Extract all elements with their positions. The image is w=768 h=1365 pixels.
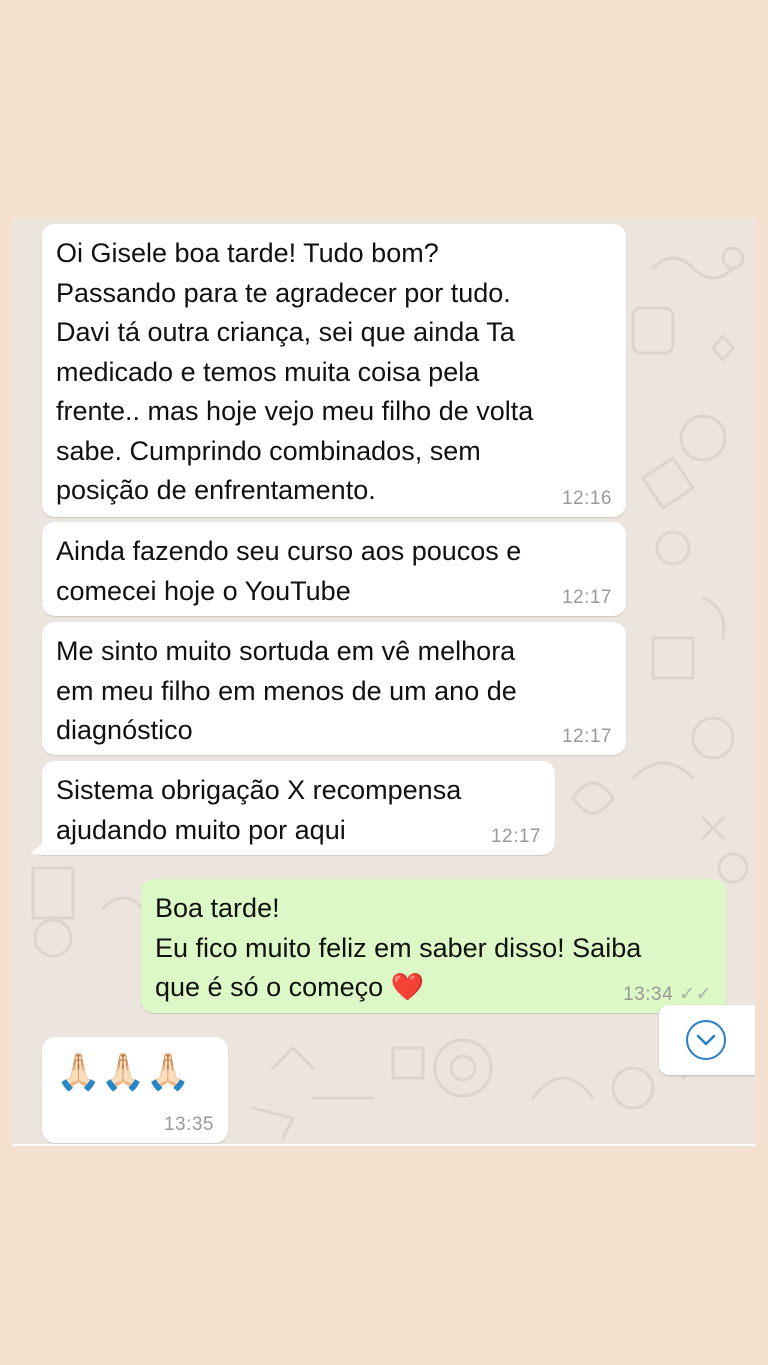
divider: [13, 1144, 755, 1146]
chevron-down-circle-icon: [686, 1020, 726, 1060]
heart-emoji: ❤️: [390, 972, 425, 1002]
praying-hands-emoji: 🙏🏻🙏🏻🙏🏻: [56, 1051, 191, 1092]
chevron-down-icon: [696, 1034, 716, 1046]
message-timestamp: 13:34: [623, 984, 674, 1005]
message-text-line: sabe. Cumprindo combinados, sem: [56, 435, 481, 466]
message-text-line: Eu fico muito feliz em saber disso! Saib…: [155, 932, 642, 963]
message-text-line: ajudando muito por aqui: [56, 814, 346, 845]
message-text-line: Ainda fazendo seu curso aos poucos e: [56, 536, 522, 566]
message-bubble-outgoing[interactable]: Boa tarde! Eu fico muito feliz em saber …: [141, 879, 726, 1013]
message-bubble[interactable]: Me sinto muito sortuda em vê melhora em …: [42, 622, 626, 755]
message-timestamp-row: 13:34 ✓✓: [623, 985, 712, 1005]
message-bubble[interactable]: Sistema obrigação X recompensa ajudando …: [42, 761, 555, 855]
message-text-line: em meu filho em menos de um ano de: [56, 675, 517, 706]
message-text-line: comecei hoje o YouTube: [56, 575, 351, 606]
message-text-line: Passando para te agradecer por tudo.: [56, 277, 511, 308]
message-text-line: Davi tá outra criança, sei que ainda Ta: [56, 317, 515, 347]
message-text-line: posição de enfrentamento.: [56, 475, 376, 505]
message-bubble[interactable]: Oi Gisele boa tarde! Tudo bom? Passando …: [42, 224, 626, 517]
message-text: que é só o começo: [155, 972, 384, 1002]
message-timestamp: 12:17: [490, 826, 541, 847]
message-text-line: frente.. mas hoje vejo meu filho de volt…: [56, 396, 534, 426]
message-text-line: Oi Gisele boa tarde! Tudo bom?: [56, 238, 439, 268]
message-bubble[interactable]: Ainda fazendo seu curso aos poucos e com…: [42, 522, 626, 616]
scroll-to-bottom-button[interactable]: [659, 1005, 755, 1075]
chat-area[interactable]: Oi Gisele boa tarde! Tudo bom? Passando …: [13, 218, 755, 1146]
double-check-icon: ✓✓: [679, 984, 712, 1005]
message-timestamp: 12:17: [561, 726, 612, 747]
message-text-line: Me sinto muito sortuda em vê melhora: [56, 636, 516, 666]
message-timestamp: 13:35: [163, 1114, 214, 1135]
message-text-line: medicado e temos muita coisa pela: [56, 356, 480, 387]
message-text-line: Boa tarde!: [155, 893, 280, 923]
message-bubble[interactable]: 🙏🏻🙏🏻🙏🏻 13:35: [42, 1037, 228, 1143]
message-text-line: Sistema obrigação X recompensa: [56, 775, 462, 805]
message-text-line: diagnóstico: [56, 715, 193, 745]
message-timestamp: 12:17: [561, 587, 612, 608]
message-timestamp: 12:16: [561, 488, 612, 509]
